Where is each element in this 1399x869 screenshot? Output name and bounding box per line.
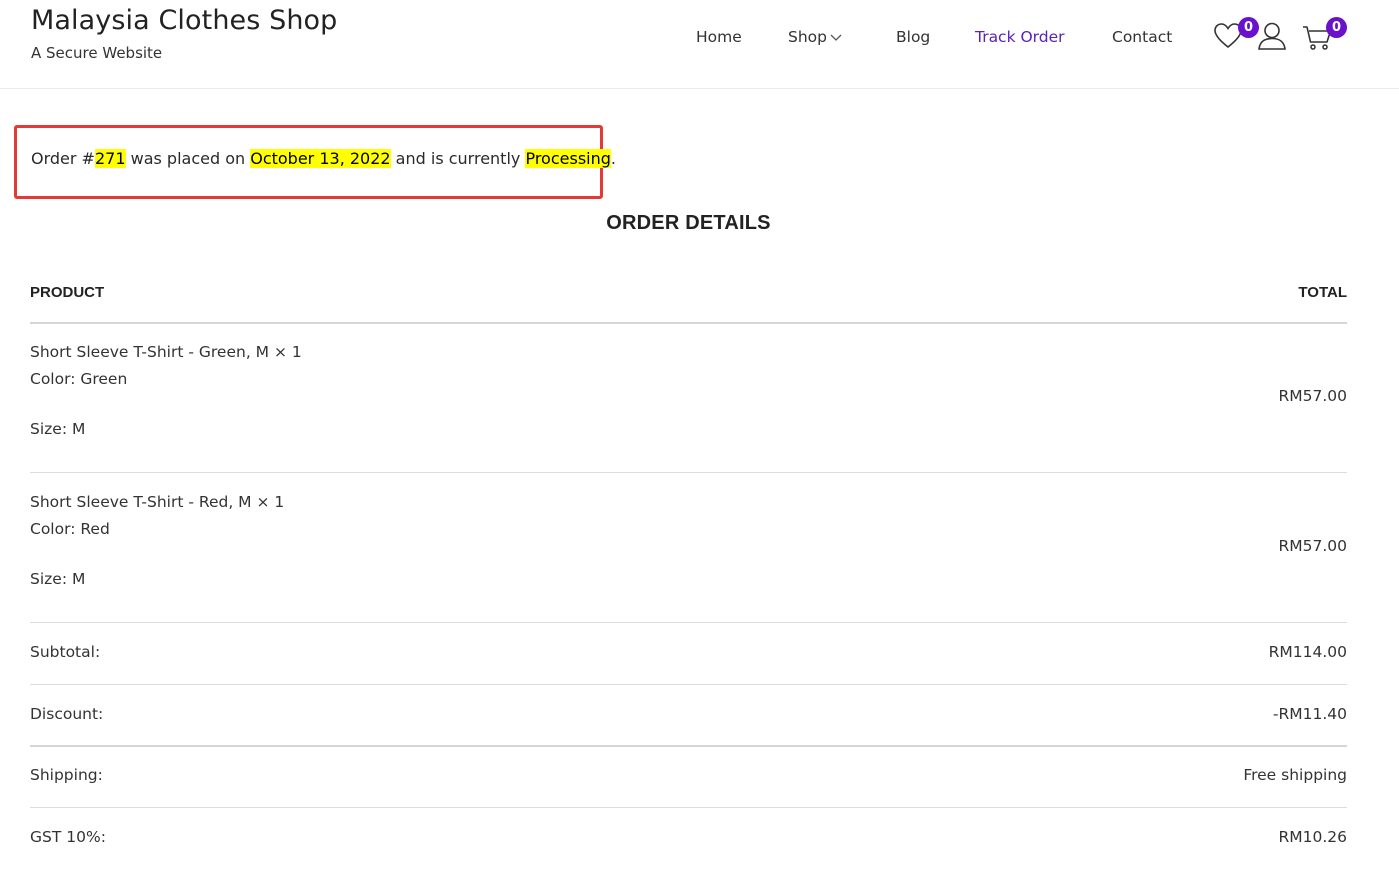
notice-suffix: . [610, 149, 616, 168]
gst-value: RM10.26 [1278, 828, 1347, 846]
subtotal-label: Subtotal: [30, 643, 101, 661]
account-button[interactable] [1257, 21, 1287, 55]
notice-text-1: was placed on [125, 149, 251, 168]
nav-shop[interactable]: Shop [788, 28, 842, 46]
chevron-down-icon [830, 34, 842, 41]
shipping-label: Shipping: [30, 766, 103, 784]
wishlist-count-badge: 0 [1238, 17, 1259, 38]
order-details-heading: ORDER DETAILS [606, 212, 771, 234]
item-total: RM57.00 [1278, 387, 1347, 405]
shipping-value: Free shipping [1243, 766, 1347, 784]
notice-text-2: and is currently [390, 149, 526, 168]
item-color: Color: Green [30, 370, 128, 388]
item-name[interactable]: Short Sleeve T-Shirt - Red, M × 1 [30, 493, 284, 511]
discount-value: -RM11.40 [1272, 705, 1347, 723]
nav-track-order[interactable]: Track Order [975, 28, 1065, 46]
column-header-total: TOTAL [1298, 284, 1347, 301]
nav-home[interactable]: Home [696, 28, 742, 46]
subtotal-value: RM114.00 [1268, 643, 1347, 661]
item-size: Size: M [30, 420, 86, 438]
table-divider [30, 322, 1347, 324]
table-divider [30, 472, 1347, 473]
gst-label: GST 10%: [30, 828, 106, 846]
item-size: Size: M [30, 570, 86, 588]
order-status: Processing [525, 149, 611, 168]
table-divider [30, 622, 1347, 623]
site-header: Malaysia Clothes Shop A Secure Website H… [0, 0, 1399, 89]
nav-contact[interactable]: Contact [1112, 28, 1172, 46]
user-icon [1258, 22, 1286, 50]
item-total: RM57.00 [1278, 537, 1347, 555]
nav-blog[interactable]: Blog [896, 28, 930, 46]
table-divider [30, 745, 1347, 747]
order-date: October 13, 2022 [250, 149, 391, 168]
item-name[interactable]: Short Sleeve T-Shirt - Green, M × 1 [30, 343, 302, 361]
discount-label: Discount: [30, 705, 104, 723]
cart-count-badge: 0 [1326, 17, 1347, 38]
column-header-product: PRODUCT [30, 284, 105, 301]
table-divider [30, 807, 1347, 808]
order-number: 271 [94, 149, 126, 168]
table-divider [30, 684, 1347, 685]
site-tagline: A Secure Website [31, 44, 163, 62]
notice-prefix: Order # [31, 149, 95, 168]
site-title[interactable]: Malaysia Clothes Shop [31, 5, 337, 36]
nav-shop-label: Shop [788, 28, 827, 46]
order-notice: Order #271 was placed on October 13, 202… [31, 149, 616, 168]
item-color: Color: Red [30, 520, 110, 538]
